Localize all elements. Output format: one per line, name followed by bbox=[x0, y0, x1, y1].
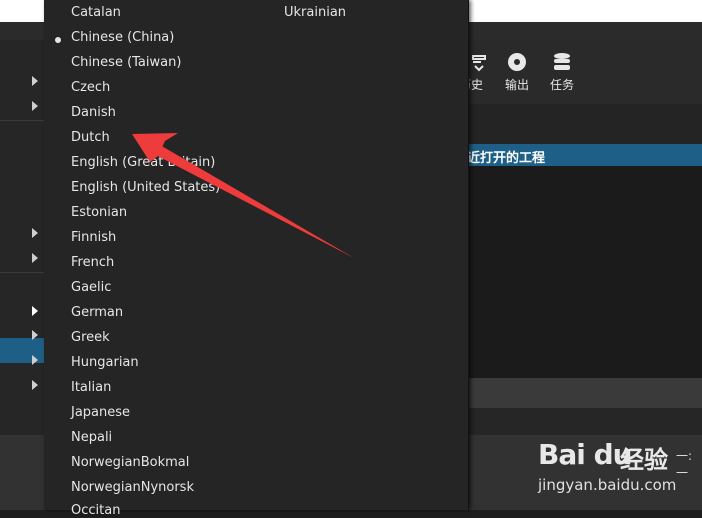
baidu-url-text: jingyan.baidu.com bbox=[538, 476, 677, 494]
baidu-logo-text: Bai du bbox=[538, 438, 633, 471]
baidu-watermark: Bai du ● 经验 jingyan.baidu.com bbox=[538, 430, 702, 500]
annotation-arrow-shaft bbox=[135, 135, 354, 258]
baidu-brand-text: 经验 bbox=[620, 446, 668, 474]
